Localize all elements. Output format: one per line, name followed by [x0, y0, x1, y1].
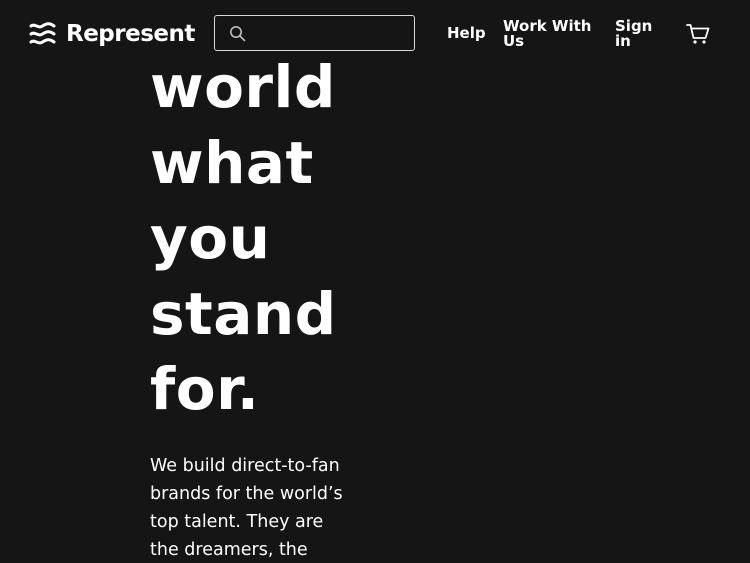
search-icon[interactable] — [229, 25, 246, 42]
hero-line: world — [150, 53, 336, 121]
hero-line: for. — [150, 355, 260, 423]
hero-line: you — [150, 204, 271, 272]
page: Represent Help Work With Us Sign in worl… — [0, 0, 750, 563]
hero-headline: world what you stand for. — [150, 50, 410, 428]
waves-logo-icon — [29, 21, 56, 44]
hero-line: what — [150, 128, 314, 197]
intro-paragraph: We build direct-to-fan brands for the wo… — [150, 452, 375, 563]
intro-line: top talent. They are — [150, 512, 324, 532]
search-input[interactable] — [253, 18, 408, 48]
nav-sign-in-link[interactable]: Sign in — [615, 19, 661, 49]
brand-logo-link[interactable]: Represent — [29, 18, 195, 50]
intro-line: the dreamers, the — [150, 540, 308, 560]
cart-icon[interactable] — [686, 23, 710, 45]
search-box[interactable] — [214, 15, 415, 51]
intro-line: brands for the world’s — [150, 484, 343, 504]
nav-help-link[interactable]: Help — [447, 26, 486, 41]
intro-line: We build direct-to-fan — [150, 456, 340, 476]
nav-work-with-us-link[interactable]: Work With Us — [503, 19, 603, 49]
brand-name: Represent — [66, 21, 195, 47]
hero-line: stand — [150, 279, 337, 348]
